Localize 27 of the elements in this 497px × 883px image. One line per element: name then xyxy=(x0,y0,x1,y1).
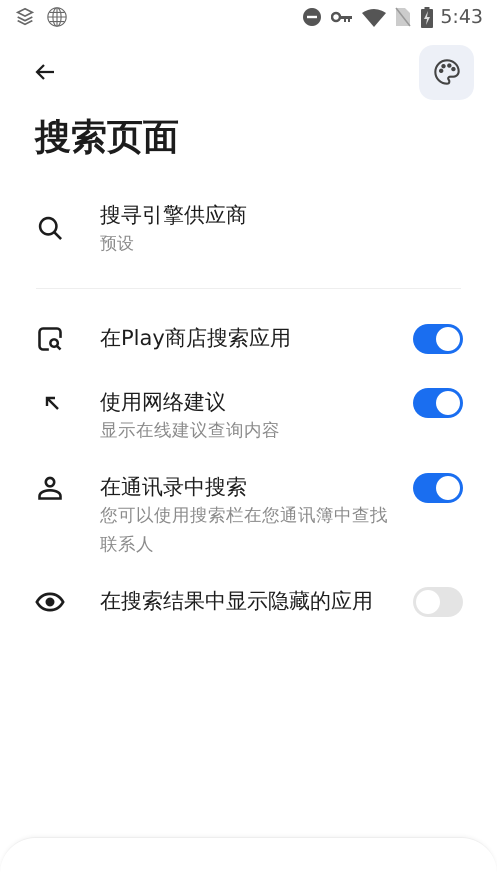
key-icon xyxy=(331,10,354,24)
no-sim-icon xyxy=(395,7,412,27)
toggle-switch[interactable] xyxy=(413,324,463,354)
setting-title: 在Play商店搜索应用 xyxy=(100,325,292,352)
do-not-disturb-icon xyxy=(302,7,322,27)
battery-charging-icon xyxy=(421,6,434,28)
search-icon xyxy=(36,214,64,242)
toggle-switch[interactable] xyxy=(413,587,463,617)
theme-button[interactable] xyxy=(419,44,474,100)
person-icon xyxy=(36,474,64,502)
search-engine-item[interactable]: 搜寻引擎供应商 预设 xyxy=(0,200,497,274)
globe-icon xyxy=(46,6,68,28)
wifi-icon xyxy=(362,8,386,26)
layers-icon xyxy=(14,6,36,28)
item-subtitle: 预设 xyxy=(100,233,135,256)
setting-description: 您可以使用搜索栏在您通讯簿中查找联系人 xyxy=(100,505,389,557)
toggle-switch[interactable] xyxy=(413,388,463,418)
setting-title: 使用网络建议 xyxy=(100,389,227,416)
setting-title: 在搜索结果中显示隐藏的应用 xyxy=(100,588,374,615)
toggle-switch[interactable] xyxy=(413,473,463,503)
item-title: 搜寻引擎供应商 xyxy=(100,202,247,229)
app-search-icon xyxy=(36,325,64,353)
setting-title: 在通讯录中搜索 xyxy=(100,474,248,501)
page-title: 搜索页面 xyxy=(33,116,180,160)
clock-time: 5:43 xyxy=(440,4,483,30)
palette-icon xyxy=(432,58,460,86)
setting-description: 显示在线建议查询内容 xyxy=(100,420,281,443)
